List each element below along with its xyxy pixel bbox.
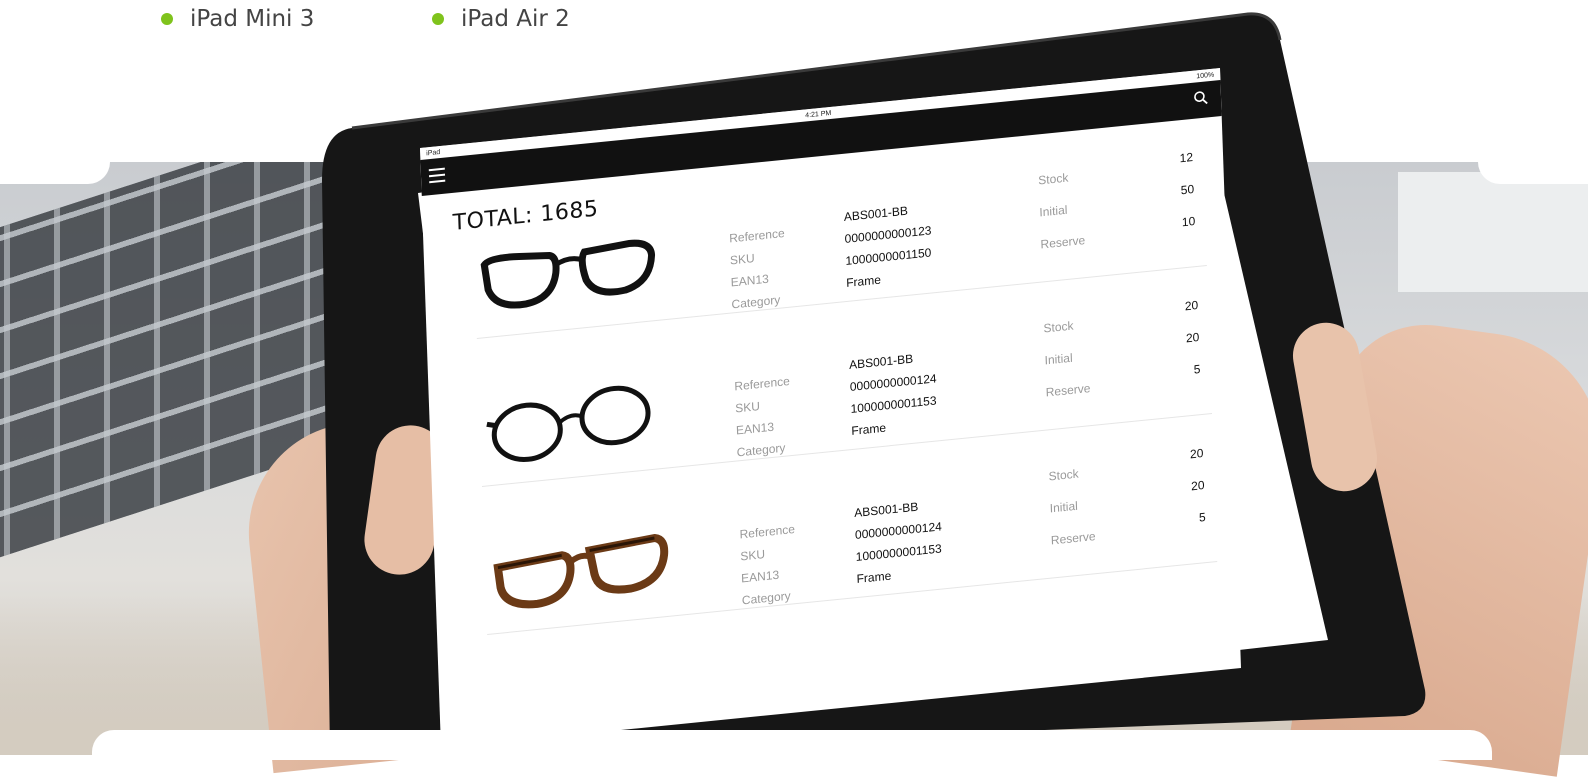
glasses-image <box>489 529 671 617</box>
reserve-label: Reserve <box>1040 233 1086 252</box>
reserve-value: 10 <box>1181 214 1196 230</box>
stock-value: 20 <box>1189 446 1204 462</box>
stock-label: Stock <box>1043 318 1074 336</box>
field-values: ABS001-BB 0000000000124 1000000001153 Fr… <box>854 493 944 590</box>
tablet-screen: iPad 4:21 PM 100% TOTAL: 1685 Reference … <box>420 68 1241 748</box>
field-values: ABS001-BB 0000000000124 1000000001153 Fr… <box>849 345 939 442</box>
clock: 4:21 PM <box>805 109 832 119</box>
stock-labels: Stock Initial Reserve <box>1043 308 1091 408</box>
stock-values: 20 20 5 <box>1173 437 1206 536</box>
search-icon[interactable] <box>1193 89 1210 107</box>
reserve-value: 5 <box>1193 362 1201 377</box>
carrier-label: iPad <box>426 148 441 157</box>
initial-label: Initial <box>1044 350 1073 368</box>
field-values: ABS001-BB 0000000000123 1000000001150 Fr… <box>844 197 934 294</box>
reserve-label: Reserve <box>1050 529 1096 548</box>
stock-value: 12 <box>1179 150 1194 166</box>
battery-label: 100% <box>1196 71 1215 80</box>
field-labels: Reference SKU EAN13 Category <box>734 370 792 464</box>
footer-panel <box>92 730 1492 760</box>
stock-labels: Stock Initial Reserve <box>1038 160 1086 260</box>
reserve-label: Reserve <box>1045 381 1091 400</box>
hamburger-menu-icon[interactable] <box>428 167 446 184</box>
stock-labels: Stock Initial Reserve <box>1048 456 1096 556</box>
stock-value: 20 <box>1184 298 1199 314</box>
stock-label: Stock <box>1048 466 1079 484</box>
field-labels: Reference SKU EAN13 Category <box>739 518 797 612</box>
initial-value: 50 <box>1180 182 1195 198</box>
glasses-image <box>484 381 666 469</box>
initial-label: Initial <box>1039 202 1068 220</box>
stock-values: 12 50 10 <box>1162 141 1195 240</box>
glasses-image <box>479 233 661 321</box>
initial-value: 20 <box>1185 330 1200 346</box>
stock-label: Stock <box>1038 170 1069 188</box>
initial-value: 20 <box>1190 478 1205 494</box>
initial-label: Initial <box>1049 498 1079 516</box>
field-labels: Reference SKU EAN13 Category <box>729 222 787 316</box>
stock-values: 20 20 5 <box>1168 289 1201 388</box>
reserve-value: 5 <box>1198 510 1206 525</box>
